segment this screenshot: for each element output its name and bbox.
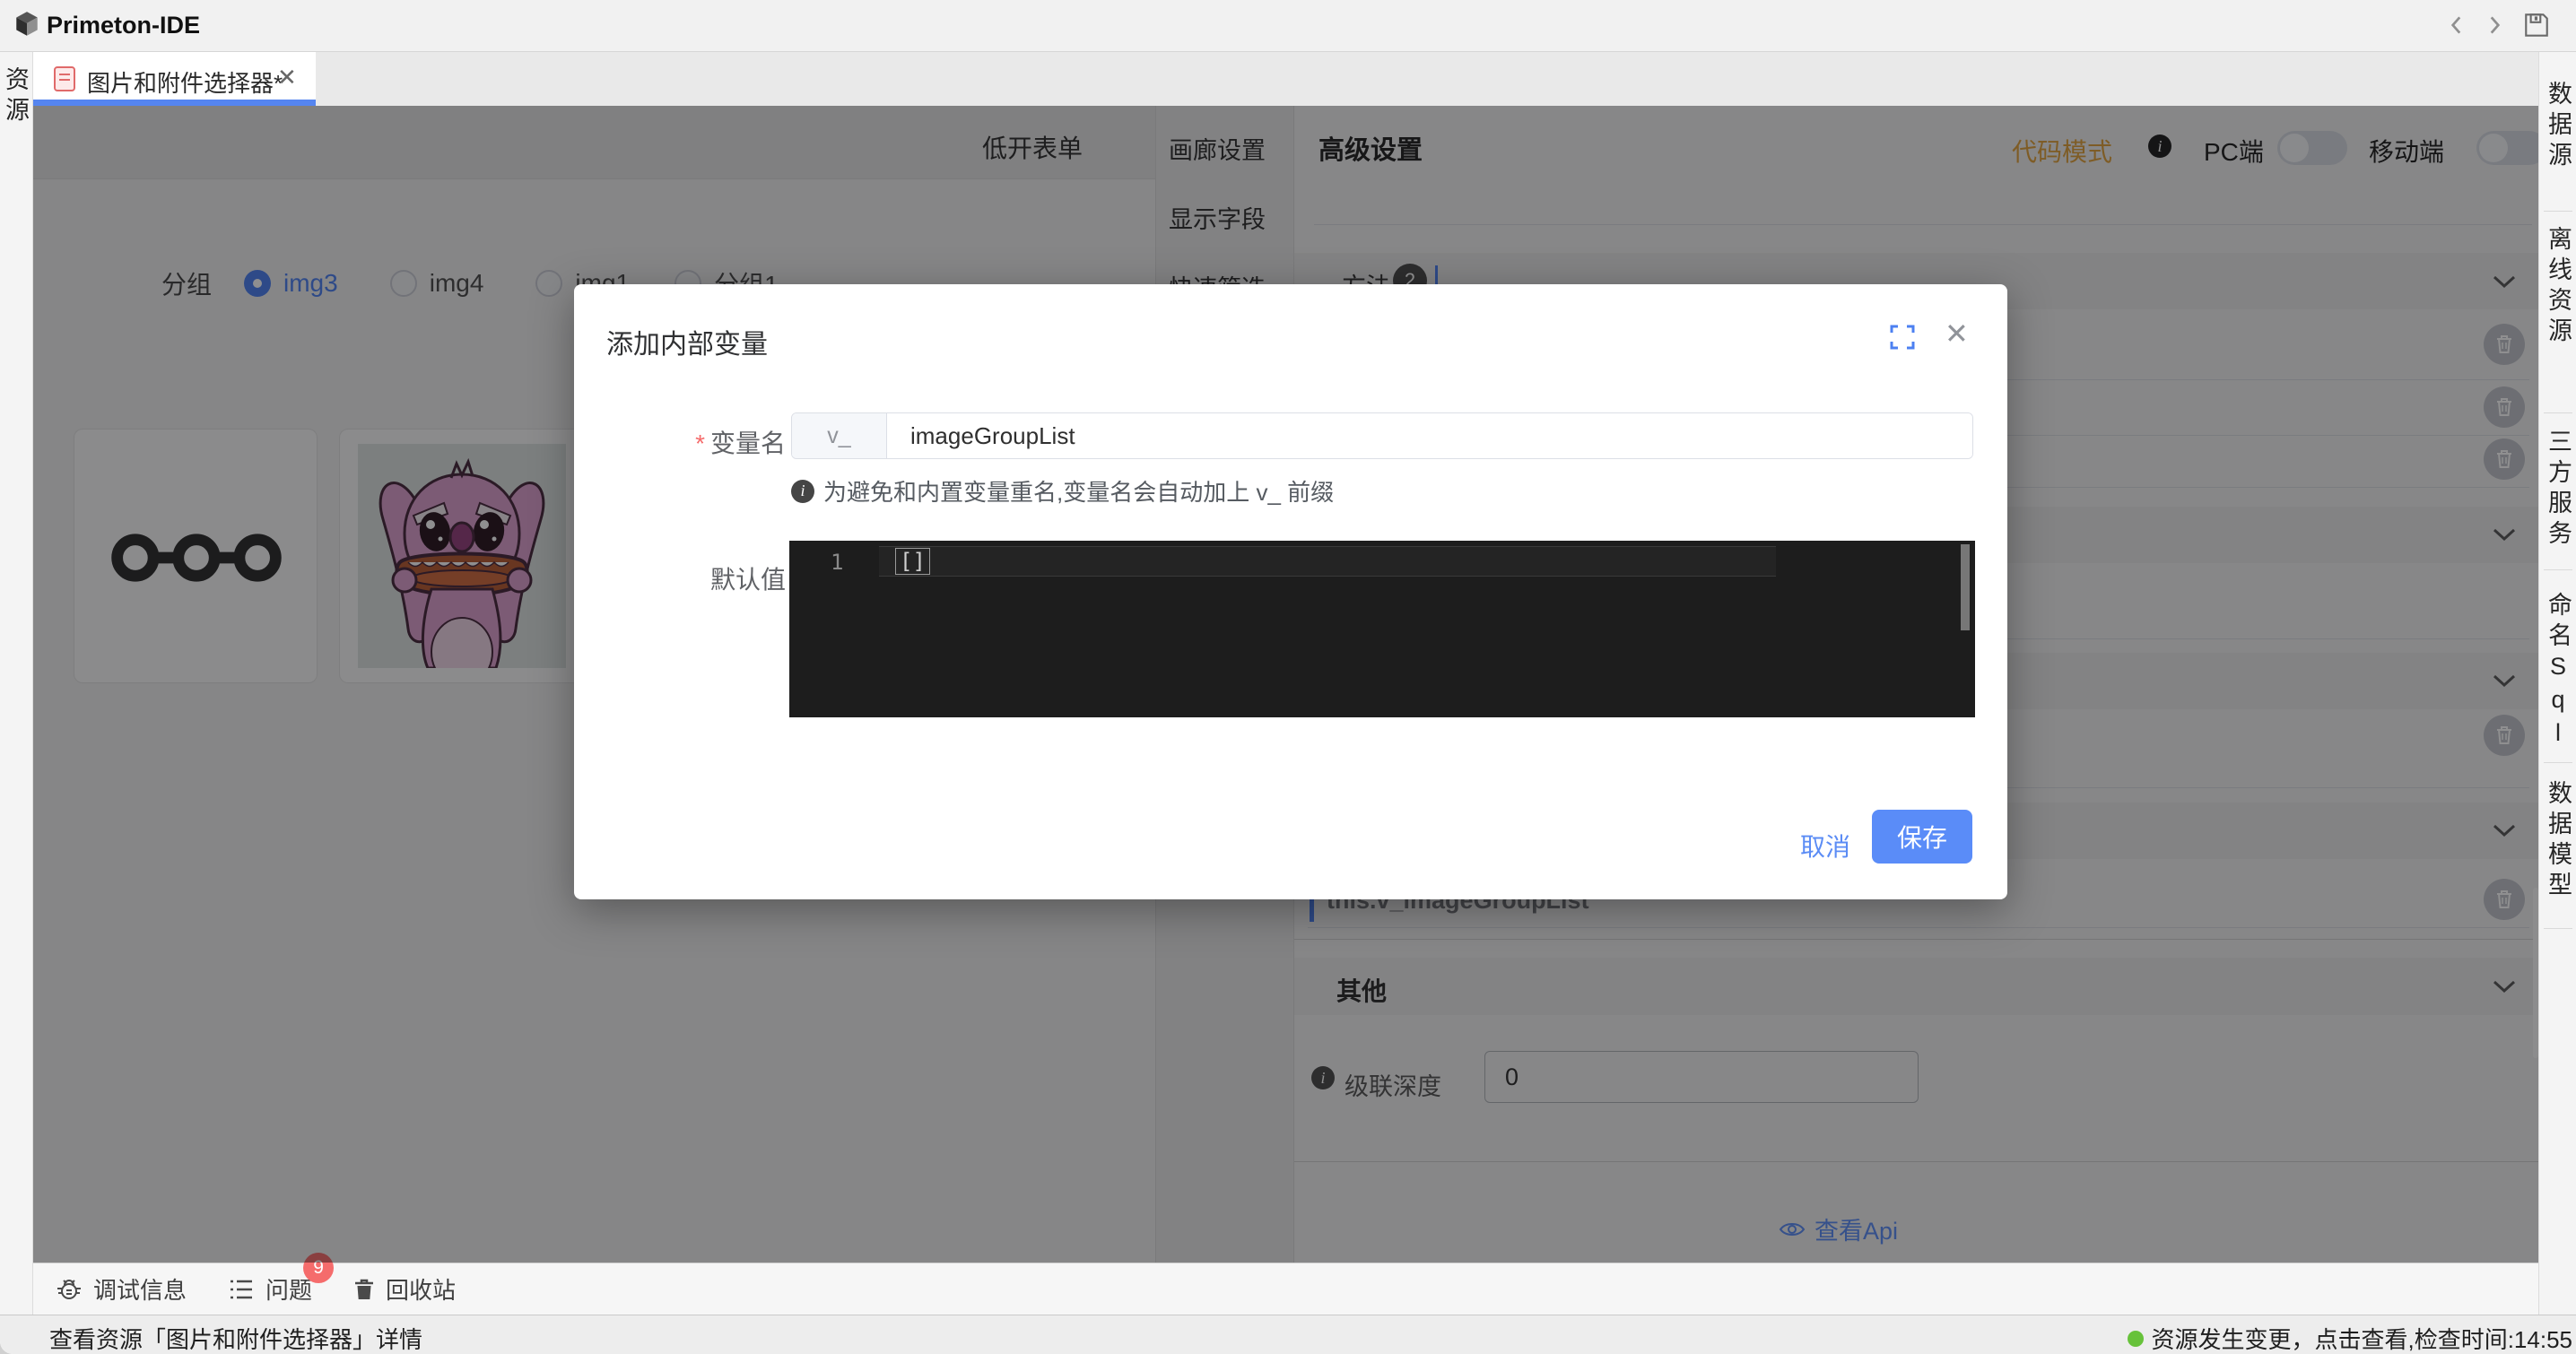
nav-forward-icon[interactable] <box>2483 13 2506 37</box>
sidebar-item-data-model[interactable]: 数据模型 <box>2546 780 2570 902</box>
save-button[interactable]: 保存 <box>1872 810 1972 864</box>
save-icon[interactable] <box>2522 11 2551 39</box>
default-value-code-editor[interactable]: 1 [] <box>789 541 1975 717</box>
variable-name-label: *变量名 <box>610 424 786 460</box>
divider <box>2544 928 2572 929</box>
variable-name-input-group: v_ <box>791 412 1973 459</box>
variable-prefix: v_ <box>792 413 887 458</box>
line-number: 1 <box>831 550 843 575</box>
recycle-bin-label: 回收站 <box>386 1272 456 1306</box>
primeton-logo-icon <box>13 10 41 39</box>
divider <box>2544 569 2572 570</box>
application-window: Primeton-IDE 资源 数据源 离线资源 三方服务 命名Sql 数据模型 <box>0 0 2576 1354</box>
list-icon <box>228 1278 255 1301</box>
sidebar-item-thirdparty[interactable]: 三方服务 <box>2546 429 2570 551</box>
debug-info-button[interactable]: 调试信息 <box>56 1272 187 1306</box>
debug-info-label: 调试信息 <box>93 1272 187 1306</box>
document-icon <box>53 65 76 92</box>
top-bar: Primeton-IDE <box>0 0 2576 52</box>
resource-change-label: 资源发生变更，点击查看,检查时间:14:55 <box>2151 1322 2572 1354</box>
bug-icon <box>56 1276 83 1303</box>
tab-label: 图片和附件选择器* <box>87 65 283 99</box>
problems-label: 问题 <box>265 1272 312 1306</box>
add-variable-dialog: 添加内部变量 ✕ *变量名 v_ i 为避免和内置变量重名,变量名会自动加上 v… <box>574 284 2007 899</box>
current-line-highlight <box>879 546 1776 577</box>
fullscreen-icon[interactable] <box>1889 324 1916 351</box>
sidebar-item-resources[interactable]: 资源 <box>3 66 27 127</box>
close-icon[interactable]: ✕ <box>1945 317 1969 351</box>
bottom-toolbar: 调试信息 问题 9 回收站 <box>33 1263 2538 1315</box>
app-title: Primeton-IDE <box>47 12 200 39</box>
code-content[interactable]: [] <box>895 548 930 575</box>
trash-icon <box>353 1278 375 1301</box>
recycle-bin-button[interactable]: 回收站 <box>353 1272 456 1306</box>
divider <box>2544 762 2572 763</box>
nav-back-icon[interactable] <box>2445 13 2468 37</box>
editor-scrollbar-thumb[interactable] <box>1961 544 1970 630</box>
right-sidebar: 数据源 离线资源 三方服务 命名Sql 数据模型 <box>2538 52 2576 1315</box>
variable-name-hint: i 为避免和内置变量重名,变量名会自动加上 v_ 前缀 <box>791 474 1334 508</box>
tab-image-attachment-picker[interactable]: 图片和附件选择器* ✕ <box>33 52 316 106</box>
status-message[interactable]: 查看资源「图片和附件选择器」详情 <box>49 1322 422 1354</box>
sidebar-item-datasource[interactable]: 数据源 <box>2546 81 2570 172</box>
status-bar: 查看资源「图片和附件选择器」详情 资源发生变更，点击查看,检查时间:14:55 <box>0 1315 2576 1354</box>
active-tab-indicator <box>33 100 316 106</box>
status-dot-icon <box>2128 1331 2144 1347</box>
tab-close-icon[interactable]: ✕ <box>277 64 297 91</box>
dialog-title: 添加内部变量 <box>606 322 768 361</box>
info-icon: i <box>791 480 814 503</box>
problems-button[interactable]: 问题 9 <box>228 1272 312 1306</box>
tab-bar: 图片和附件选择器* ✕ <box>33 52 2538 106</box>
resource-change-status[interactable]: 资源发生变更，点击查看,检查时间:14:55 <box>2128 1322 2572 1354</box>
sidebar-item-offline[interactable]: 离线资源 <box>2546 226 2570 348</box>
required-asterisk: * <box>695 430 705 457</box>
left-sidebar: 资源 <box>0 52 33 1315</box>
cancel-button[interactable]: 取消 <box>1785 820 1866 871</box>
divider <box>2544 211 2572 212</box>
default-value-label: 默认值 <box>610 560 786 596</box>
divider <box>2544 412 2572 413</box>
variable-name-input[interactable] <box>887 413 1972 458</box>
sidebar-item-named-sql[interactable]: 命名Sql <box>2546 592 2570 752</box>
